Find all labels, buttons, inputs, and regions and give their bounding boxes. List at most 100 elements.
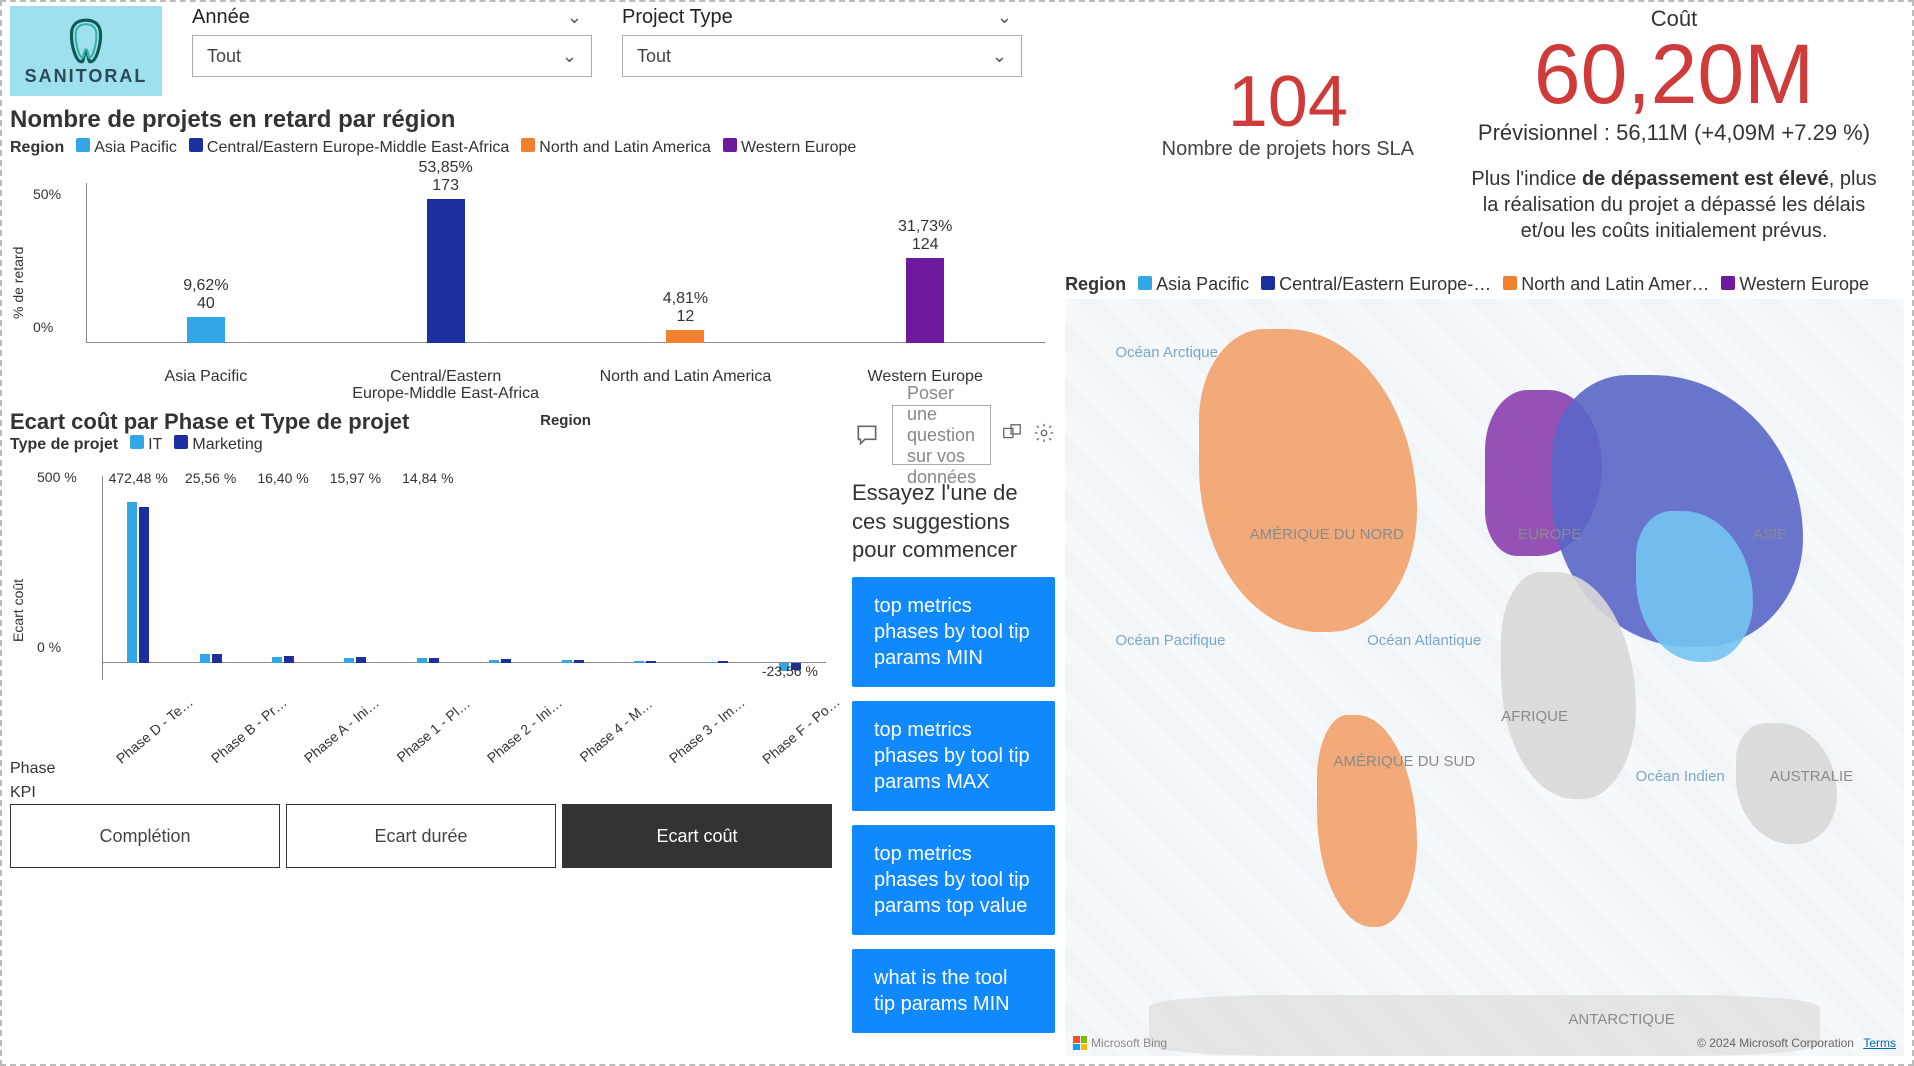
bar-label: 53,85%173 [419,159,473,195]
bar[interactable] [634,661,644,663]
slicer-ptype-label: Project Type [622,6,733,29]
legend-item-label[interactable]: Central/Eastern Europe-… [1279,274,1491,294]
category-label: Western Europe [805,368,1045,403]
chevron-down-icon: ⌄ [562,46,577,67]
qa-suggestion[interactable]: top metrics phases by tool tip params to… [852,825,1055,935]
legend-swatch[interactable] [521,138,535,152]
bar[interactable] [187,317,225,343]
bar-label: -23,56 % [762,663,818,679]
legend-swatch[interactable] [174,435,188,449]
microsoft-icon [1073,1036,1087,1050]
qa-panel: Poser une question sur vos données Essay… [832,405,1055,1056]
kpi-card-cost[interactable]: Coût 60,20M Prévisionnel : 56,11M (+4,09… [1444,6,1904,244]
bar-label: 25,56 % [185,470,236,654]
yaxis-title: % de retard [10,163,26,403]
bar[interactable] [646,661,656,663]
bar[interactable] [427,199,465,343]
tooth-icon [61,16,111,66]
index-note: Plus l'indice de dépassement est élevé, … [1464,166,1884,244]
legend-item-label[interactable]: Western Europe [1739,274,1869,294]
chart1-legend: Region Asia Pacific Central/Eastern Europ… [10,138,1055,157]
row-2: Ecart coût par Phase et Type de projet T… [10,405,1055,1056]
map-label: Océan Arctique [1115,344,1218,361]
map[interactable]: Océan ArctiqueAMÉRIQUE DU NORDOcéan Paci… [1065,299,1904,1056]
kpi-button[interactable]: Ecart coût [562,804,832,868]
kpi-sla-value: 104 [1162,66,1414,138]
kpi-sla-label: Nombre de projets hors SLA [1162,138,1414,161]
kpi-button[interactable]: Complétion [10,804,280,868]
chevron-down-icon: ⌄ [992,46,1007,67]
category-label: North and Latin America [566,368,806,403]
qa-suggestion-title: Essayez l'une de ces suggestions pour co… [852,479,1055,565]
bar[interactable] [906,258,944,343]
legend-swatch[interactable] [1503,276,1517,290]
map-terms-link[interactable]: Terms [1863,1036,1896,1050]
top-row: SANITORAL Année ⌄ Tout ⌄ Project Type ⌄ [10,6,1055,96]
dashboard: SANITORAL Année ⌄ Tout ⌄ Project Type ⌄ [0,0,1914,1066]
chart-ecart-cout[interactable]: Ecart coût 0 %500 % 472,48 %25,56 %16,40… [10,460,832,760]
legend-item-label[interactable]: Asia Pacific [1156,274,1249,294]
bar[interactable] [489,660,499,663]
slicer-ptype-dropdown[interactable]: Tout ⌄ [622,35,1022,77]
legend-swatch[interactable] [130,435,144,449]
legend-swatch[interactable] [189,138,203,152]
map-attribution: Microsoft Bing [1073,1036,1167,1050]
qa-suggestion[interactable]: what is the tool tip params MIN [852,949,1055,1033]
bar[interactable] [212,654,222,664]
bar[interactable] [344,658,354,663]
legend-item-label[interactable]: Central/Eastern Europe-Middle East-Afric… [207,139,509,156]
bar-label: 14,84 % [402,470,453,658]
chevron-down-icon[interactable]: ⌄ [567,7,582,28]
bar[interactable] [417,658,427,663]
bar-label: 472,48 % [109,470,168,502]
kpi-card-sla[interactable]: 104 Nombre de projets hors SLA [1162,66,1414,161]
legend-item-label[interactable]: Marketing [192,436,262,453]
chevron-down-icon[interactable]: ⌄ [997,7,1012,28]
map-label: ASIE [1753,526,1787,543]
slicer-year-value: Tout [207,46,241,67]
slicer-year: Année ⌄ Tout ⌄ [192,6,592,77]
legend-item-label[interactable]: Western Europe [741,139,856,156]
legend-swatch[interactable] [1138,276,1152,290]
legend-item-label[interactable]: North and Latin Amer… [1521,274,1709,294]
legend-item-label[interactable]: North and Latin America [539,139,711,156]
slicer-year-dropdown[interactable]: Tout ⌄ [192,35,592,77]
chart-title-delay: Nombre de projets en retard par région [10,106,1055,134]
bar[interactable] [139,507,149,663]
bar-label: 4,81%12 [663,290,708,326]
map-label: Océan Atlantique [1367,632,1481,649]
bar[interactable] [356,657,366,663]
kpi-button[interactable]: Ecart durée [286,804,556,868]
bar[interactable] [718,661,728,663]
bar[interactable] [706,662,716,663]
bar[interactable] [574,660,584,663]
legend-label: Region [10,139,64,157]
chart-delay-by-region[interactable]: % de retard 0%50% 9,62%4053,85%1734,81%1… [10,163,1055,403]
legend-label: Type de projet [10,436,118,454]
kpi-cost-value: 60,20M [1444,32,1904,116]
bar-label: 15,97 % [330,470,381,658]
map-label: AMÉRIQUE DU SUD [1334,753,1476,770]
bar[interactable] [127,502,137,663]
legend-item-label[interactable]: IT [148,436,162,453]
qa-suggestion[interactable]: top metrics phases by tool tip params MI… [852,577,1055,687]
bar[interactable] [429,658,439,663]
legend-swatch[interactable] [76,138,90,152]
bar[interactable] [272,657,282,663]
kpi-buttons: ComplétionEcart duréeEcart coût [10,804,832,868]
legend-swatch[interactable] [1261,276,1275,290]
map-label: AUSTRALIE [1770,768,1853,785]
left-column: SANITORAL Année ⌄ Tout ⌄ Project Type ⌄ [10,6,1055,1056]
map-label: AFRIQUE [1501,708,1568,725]
legend-swatch[interactable] [723,138,737,152]
bar[interactable] [200,654,210,663]
legend-swatch[interactable] [1721,276,1735,290]
bar[interactable] [666,330,704,343]
chart-ecart-cout-panel: Ecart coût par Phase et Type de projet T… [10,405,832,1056]
bar[interactable] [501,659,511,663]
bar[interactable] [562,660,572,663]
qa-suggestion[interactable]: top metrics phases by tool tip params MA… [852,701,1055,811]
bar-label: 31,73%124 [898,218,952,254]
map-label: Océan Indien [1636,768,1725,785]
legend-item-label[interactable]: Asia Pacific [94,139,177,156]
